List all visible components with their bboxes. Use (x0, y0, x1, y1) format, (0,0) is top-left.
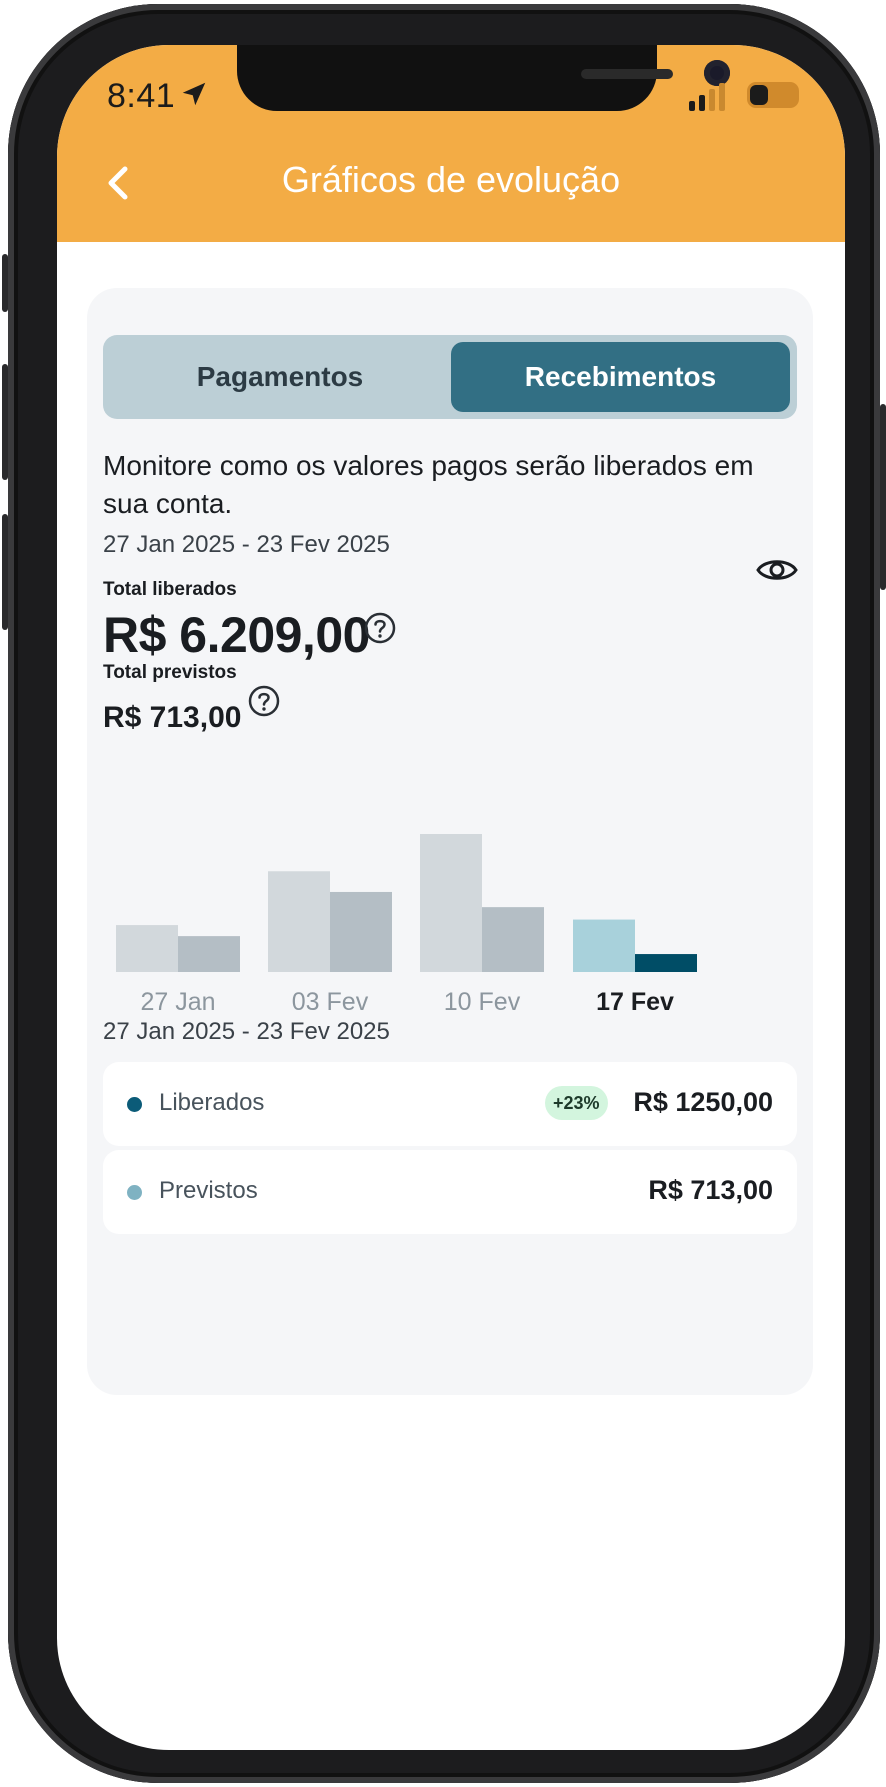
chart-tick-label[interactable]: 10 Fev (444, 988, 521, 1016)
breakdown-range: 27 Jan 2025 - 23 Fev 2025 (103, 1018, 390, 1045)
segmented-control: Pagamentos Recebimentos (103, 335, 797, 419)
speaker-grille (581, 69, 673, 79)
total-previstos-label: Total previstos (103, 662, 237, 683)
side-button (2, 254, 8, 312)
phone-frame: 8:41 Gráficos de evolução Pagamentos Rec… (2, 4, 886, 1783)
evolution-card: Pagamentos Recebimentos Monitore como os… (87, 288, 813, 1395)
chart-bar-10-fev-s2[interactable] (482, 907, 544, 972)
tab-pagamentos[interactable]: Pagamentos (110, 342, 450, 412)
period-range: 27 Jan 2025 - 23 Fev 2025 (103, 531, 390, 558)
battery-icon (747, 82, 799, 108)
page-title: Gráficos de evolução (281, 159, 621, 200)
previstos-value: R$ 713,00 (648, 1175, 773, 1205)
device-notch (237, 45, 730, 111)
eye-icon[interactable] (755, 553, 799, 587)
chart-bar-03-fev-s1[interactable] (268, 871, 330, 972)
growth-badge: +23% (545, 1086, 608, 1120)
signal-icon (689, 83, 725, 111)
legend-row-liberados[interactable]: Liberados +23% R$ 1250,00 (103, 1062, 797, 1146)
battery-level (750, 85, 768, 105)
app-screen: 8:41 Gráficos de evolução Pagamentos Rec… (57, 45, 845, 1750)
liberados-dot (127, 1097, 142, 1112)
chart-tick-label[interactable]: 03 Fev (292, 988, 369, 1016)
volume-down-button (2, 514, 8, 630)
app-header: 8:41 Gráficos de evolução (57, 45, 845, 242)
status-time: 8:41 (107, 77, 176, 115)
total-previstos-value: R$ 713,00 (103, 701, 242, 734)
total-liberados-value: R$ 6.209,00 (103, 607, 370, 663)
previstos-dot (127, 1185, 142, 1200)
chart-tick-label[interactable]: 27 Jan (140, 988, 215, 1016)
evolution-bar-chart: 27 Jan 03 Fev 10 Fev 17 Fev (116, 834, 697, 1016)
chart-bar-03-fev-s2[interactable] (330, 891, 392, 972)
help-icon[interactable] (247, 684, 281, 718)
chart-bar-27-jan-s2[interactable] (178, 936, 240, 972)
tab-recebimentos[interactable]: Recebimentos (451, 342, 790, 412)
liberados-label: Liberados (159, 1089, 265, 1116)
chart-bar-10-fev-s1[interactable] (420, 834, 482, 972)
chart-bar-27-jan-s1[interactable] (116, 925, 178, 972)
chart-tick-label[interactable]: 17 Fev (596, 988, 674, 1016)
previstos-label: Previstos (159, 1177, 258, 1204)
power-button (880, 404, 886, 590)
location-arrow-icon (182, 82, 206, 106)
legend-row-previstos[interactable]: Previstos R$ 713,00 (103, 1150, 797, 1234)
description-text: Monitore como os valores pagos serão lib… (103, 450, 754, 519)
total-liberados-label: Total liberados (103, 579, 237, 600)
liberados-value: R$ 1250,00 (633, 1087, 773, 1117)
volume-up-button (2, 364, 8, 480)
help-icon[interactable] (363, 611, 397, 645)
chart-bar-17-fev-s1[interactable] (573, 919, 635, 972)
chart-bar-17-fev-s2[interactable] (635, 954, 697, 972)
